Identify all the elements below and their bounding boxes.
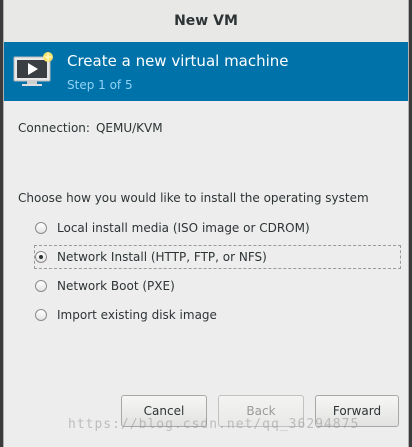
wizard-banner: Create a new virtual machine Step 1 of 5 <box>4 42 408 101</box>
titlebar[interactable]: New VM <box>4 0 408 43</box>
radio-button[interactable] <box>35 222 47 234</box>
option-label: Network Boot (PXE) <box>57 279 175 293</box>
option-label: Local install media (ISO image or CDROM) <box>57 221 310 235</box>
option-local-install-media[interactable]: Local install media (ISO image or CDROM) <box>35 217 310 239</box>
connection-label: Connection: <box>18 121 90 135</box>
option-import-disk-image[interactable]: Import existing disk image <box>35 304 217 326</box>
forward-button[interactable]: Forward <box>315 395 399 427</box>
connection-row: Connection: QEMU/KVM <box>18 121 163 135</box>
radio-button-selected[interactable] <box>35 251 47 263</box>
wizard-step: Step 1 of 5 <box>67 78 133 92</box>
wizard-title: Create a new virtual machine <box>67 52 289 70</box>
option-network-boot[interactable]: Network Boot (PXE) <box>35 275 175 297</box>
install-method-question: Choose how you would like to install the… <box>18 191 369 205</box>
radio-button[interactable] <box>35 280 47 292</box>
option-network-install[interactable]: Network Install (HTTP, FTP, or NFS) <box>34 245 401 269</box>
option-label: Network Install (HTTP, FTP, or NFS) <box>57 250 267 264</box>
back-button[interactable]: Back <box>218 395 304 427</box>
connection-value: QEMU/KVM <box>95 121 163 135</box>
option-label: Import existing disk image <box>57 308 217 322</box>
window-title: New VM <box>174 13 238 29</box>
cancel-button[interactable]: Cancel <box>121 395 207 427</box>
radio-button[interactable] <box>35 309 47 321</box>
new-vm-dialog: New VM Create a new virtual machine Step… <box>3 0 409 447</box>
virtual-machine-icon <box>12 51 54 93</box>
